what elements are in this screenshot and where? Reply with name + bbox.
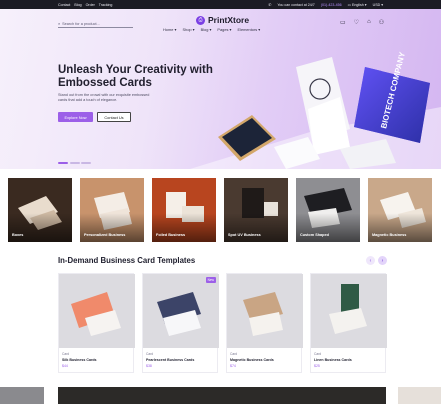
cart-icon[interactable]: ⌂ [367,19,371,26]
product-price: $44 [62,364,68,368]
product-card[interactable]: Card Silk Business Cards $44 [58,273,135,373]
chevron-left-icon[interactable]: ‹ [366,256,375,265]
product-image [311,274,387,348]
product-price: $38 [146,364,152,368]
slider-dot-2[interactable] [69,162,80,164]
language-select[interactable]: ▭ English ▾ [348,3,367,7]
menu-item-home[interactable]: Home ▾ [163,27,176,32]
category-custom-shaped[interactable]: Custom Shaped [296,178,360,242]
slider-dot-1[interactable] [58,162,68,164]
section-title: In-Demand Business Card Templates [58,256,196,265]
product-name[interactable]: Pearlescent Business Cards [146,358,194,362]
product-category: Card [230,352,238,356]
product-category: Card [62,352,70,356]
product-image [227,274,303,348]
menu-item-pages[interactable]: Pages ▾ [217,27,231,32]
product-card[interactable]: New Card Pearlescent Business Cards $38 [142,273,219,373]
hero-cards-image: BIOTECH COMPANY [190,50,441,169]
currency-select[interactable]: USD ▾ [373,3,383,7]
flag-icon: ▭ [347,2,351,7]
top-right: ✆ You can contact at 24/7 (01)-423-456 ▭… [268,3,383,7]
hero-banner: ⌕ Search for a product... ⎙ PrintXtore H… [0,9,441,169]
slider-dots [58,162,91,164]
category-label: Personalized Business [84,233,126,237]
search-bar[interactable]: ⌕ Search for a product... [58,20,133,28]
product-image: New [143,274,219,348]
category-magnetic-business[interactable]: Magnetic Business [368,178,432,242]
hero-subtitle: Stand out from the crowd with our exquis… [58,93,150,102]
category-label: Boxes [12,233,24,237]
product-name[interactable]: Silk Business Cards [62,358,97,362]
category-label: Foiled Business [156,233,186,237]
phone-icon: ✆ [268,2,272,7]
logo[interactable]: ⎙ PrintXtore [196,15,249,25]
main-header: ⌕ Search for a product... ⎙ PrintXtore H… [0,9,441,37]
product-name[interactable]: Magnetic Business Cards [230,358,274,362]
product-card[interactable]: Card Magnetic Business Cards $74 [226,273,303,373]
product-price: $74 [230,364,236,368]
category-boxes[interactable]: Boxes [8,178,72,242]
category-spot-uv-business[interactable]: Spot UV Business [224,178,288,242]
top-links: Contact Blog Order Tracking [58,3,112,7]
search-icon: ⌕ [58,21,61,26]
printer-icon: ⎙ [196,15,205,25]
product-category: Card [314,352,322,356]
category-label: Spot UV Business [228,233,261,237]
contact-us-button[interactable]: Contact Us [97,112,131,122]
top-link-order[interactable]: Order [86,3,95,7]
header-icons: ▭ ♡ ⌂ ⚇ [340,19,384,26]
category-label: Custom Shaped [300,233,329,237]
explore-now-button[interactable]: Explore Now [58,112,93,122]
top-link-contact[interactable]: Contact [58,3,70,7]
chevron-right-icon[interactable]: › [378,256,387,265]
category-label: Magnetic Business [372,233,407,237]
user-icon[interactable]: ⚇ [379,19,384,26]
heart-icon[interactable]: ♡ [354,19,359,26]
product-card[interactable]: Card Linen Business Cards $25 [310,273,387,373]
logo-text: PrintXtore [208,15,250,25]
menu-item-blog[interactable]: Blog ▾ [201,27,212,32]
chat-icon[interactable]: ▭ [340,19,346,26]
product-grid: Card Silk Business Cards $44 New Card Pe… [58,273,387,373]
bottom-banner-strip [0,387,441,404]
slider-dot-3[interactable] [81,162,91,164]
product-name[interactable]: Linen Business Cards [314,358,352,362]
carousel-arrows: ‹ › [366,256,387,265]
menu-item-elementors[interactable]: Elementors ▾ [238,27,261,32]
product-price: $25 [314,364,320,368]
contact-text: You can contact at 24/7 [277,2,315,7]
search-input[interactable]: Search for a product... [62,22,100,26]
category-foiled-business[interactable]: Foiled Business [152,178,216,242]
menu-item-shop[interactable]: Shop ▾ [182,27,194,32]
chevron-down-icon: ▾ [381,2,383,7]
top-bar: Contact Blog Order Tracking ✆ You can co… [0,0,441,9]
top-link-tracking[interactable]: Tracking [99,3,113,7]
product-image [59,274,135,348]
product-category: Card [146,352,154,356]
category-personalized-business[interactable]: Personalized Business [80,178,144,242]
category-row: Boxes Personalized Business Foiled Busin… [8,178,434,242]
phone-number[interactable]: (01)-423-456 [321,3,342,7]
chevron-down-icon: ▾ [364,2,367,7]
main-menu: Home ▾ Shop ▾ Blog ▾ Pages ▾ Elementors … [163,27,260,32]
top-link-blog[interactable]: Blog [74,3,81,7]
new-badge: New [205,277,216,283]
